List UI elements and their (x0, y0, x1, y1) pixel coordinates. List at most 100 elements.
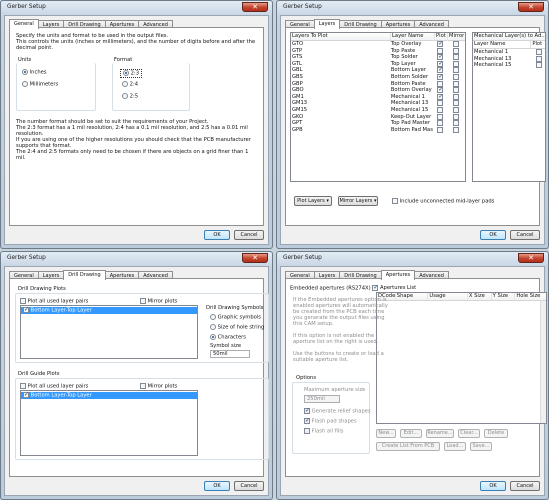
clear-button[interactable]: Clear... (458, 429, 480, 438)
save-button[interactable]: Save... (470, 442, 492, 451)
units-inches-radio[interactable]: Inches (22, 69, 47, 76)
list-item[interactable]: Bottom Layer-Top Layer (21, 307, 197, 314)
mirror-checkbox[interactable] (453, 80, 460, 87)
guide-layer-pairs-list[interactable]: Bottom Layer-Top Layer (20, 390, 198, 456)
mirror-checkbox[interactable] (453, 120, 460, 127)
plot-checkbox[interactable] (437, 93, 443, 100)
cancel-button[interactable]: Cancel (234, 230, 264, 240)
mirror-checkbox[interactable] (453, 100, 460, 107)
cancel-button[interactable]: Cancel (510, 230, 540, 240)
tab-apertures[interactable]: Apertures (380, 270, 416, 280)
drill-layer-pairs-list[interactable]: Bottom Layer-Top Layer (20, 305, 198, 359)
plot-checkbox[interactable] (437, 120, 444, 127)
apertures-list[interactable]: DCode Shape Usage X Size Y Size Hole Siz… (376, 292, 547, 424)
generate-relief-shapes-checkbox[interactable]: Generate relief shapes (304, 408, 371, 415)
plot-layers-dropdown[interactable]: Plot Layers ▾ (294, 196, 332, 206)
mirror-plots-checkbox[interactable]: Mirror plots (140, 298, 177, 305)
cancel-button[interactable]: Cancel (234, 481, 264, 491)
ok-button[interactable]: OK (204, 481, 230, 491)
list-item[interactable]: Bottom Layer-Top Layer (21, 392, 197, 399)
mirror-checkbox[interactable] (453, 54, 460, 61)
tab-drill-drawing[interactable]: Drill Drawing (63, 270, 106, 280)
layer-row[interactable]: GTP Top Paste (291, 47, 465, 55)
guide-plot-all-layer-pairs-checkbox[interactable]: Plot all used layer pairs (20, 383, 88, 390)
layer-row[interactable]: GBP Bottom Paste (291, 80, 465, 88)
mechanical-plot-checkbox[interactable] (535, 49, 542, 55)
format-2-3-radio[interactable]: 2:3 (120, 69, 143, 78)
layer-row[interactable]: GBL Bottom Layer (291, 67, 465, 74)
mirror-layers-dropdown[interactable]: Mirror Layers ▾ (338, 196, 378, 206)
plot-checkbox[interactable] (437, 67, 443, 74)
rename-button[interactable]: Rename... (426, 429, 454, 438)
include-unconnected-checkbox[interactable]: Include unconnected mid-layer pads (392, 198, 494, 205)
plot-checkbox[interactable] (437, 87, 443, 94)
format-2-4-radio[interactable]: 2:4 (122, 81, 138, 88)
max-aperture-size-input[interactable]: 250mil (304, 395, 340, 403)
plot-all-layer-pairs-checkbox[interactable]: Plot all used layer pairs (20, 298, 88, 305)
mirror-checkbox[interactable] (453, 47, 460, 54)
layer-row[interactable]: GM13 Mechanical 13 (291, 100, 465, 107)
plot-checkbox[interactable] (437, 100, 444, 107)
edit-button[interactable]: Edit... (400, 429, 422, 438)
plot-checkbox[interactable] (437, 54, 443, 61)
size-of-hole-string-radio[interactable]: Size of hole string (210, 324, 264, 331)
mirror-checkbox[interactable] (453, 60, 460, 67)
mirror-checkbox[interactable] (453, 73, 460, 80)
mechanical-layer-row[interactable]: Mechanical 15 (473, 62, 545, 69)
plot-checkbox[interactable] (437, 73, 443, 80)
mirror-checkbox[interactable] (453, 126, 460, 133)
plot-checkbox[interactable] (437, 113, 444, 120)
load-button[interactable]: Load... (444, 442, 466, 451)
ok-button[interactable]: OK (480, 481, 506, 491)
mechanical-plot-checkbox[interactable] (535, 55, 542, 62)
plot-checkbox[interactable] (437, 41, 443, 47)
ok-button[interactable]: OK (204, 230, 230, 240)
delete-button[interactable]: Delete (484, 429, 508, 438)
mechanical-plot-checkbox[interactable] (535, 62, 542, 69)
flash-pad-shapes-checkbox[interactable]: Flash pad shapes (304, 418, 357, 425)
pair-checkbox[interactable]: Bottom Layer-Top Layer (21, 307, 92, 314)
close-button[interactable]: ✕ (518, 2, 544, 12)
plot-checkbox[interactable] (437, 47, 444, 54)
layers-to-plot-list[interactable]: Layers To Plot Layer Name Plot Mirror GT… (290, 32, 466, 182)
tab-general[interactable]: General (9, 19, 39, 29)
plot-checkbox[interactable] (437, 60, 443, 67)
mirror-checkbox[interactable] (453, 87, 460, 94)
format-2-5-radio[interactable]: 2:5 (122, 93, 138, 100)
mechanical-layer-row[interactable]: Mechanical 1 (473, 49, 545, 56)
flash-all-fills-checkbox[interactable]: Flash all fills (304, 428, 343, 435)
layer-row[interactable]: GKO Keep-Out Layer (291, 113, 465, 121)
mirror-checkbox[interactable] (453, 113, 460, 120)
plot-checkbox[interactable] (437, 126, 444, 133)
tab-layers[interactable]: Layers (313, 19, 341, 29)
layer-row[interactable]: GTO Top Overlay (291, 41, 465, 48)
layer-row[interactable]: GM1 Mechanical 1 (291, 93, 465, 101)
layer-row[interactable]: GBS Bottom Solder (291, 73, 465, 81)
close-button[interactable]: ✕ (518, 253, 544, 263)
mirror-checkbox[interactable] (453, 41, 460, 47)
vertical-scrollbar[interactable] (540, 301, 546, 423)
close-button[interactable]: ✕ (242, 253, 268, 263)
plot-checkbox[interactable] (437, 106, 444, 113)
close-button[interactable]: ✕ (242, 2, 268, 12)
mechanical-layer-row[interactable]: Mechanical 13 (473, 55, 545, 63)
layer-row[interactable]: GBO Bottom Overlay (291, 87, 465, 94)
layer-row[interactable]: GM15 Mechanical 15 (291, 106, 465, 114)
guide-mirror-plots-checkbox[interactable]: Mirror plots (140, 383, 177, 390)
mirror-checkbox[interactable] (453, 106, 460, 113)
pair-checkbox[interactable]: Bottom Layer-Top Layer (21, 392, 92, 399)
new-button[interactable]: New... (376, 429, 396, 438)
units-millimeters-radio[interactable]: Millimeters (22, 81, 58, 88)
layer-row[interactable]: GPB Bottom Pad Master (291, 126, 465, 134)
characters-radio[interactable]: Characters (210, 334, 246, 341)
plot-checkbox[interactable] (437, 80, 444, 87)
cancel-button[interactable]: Cancel (510, 481, 540, 491)
mirror-checkbox[interactable] (453, 67, 460, 74)
layer-row[interactable]: GTS Top Solder (291, 54, 465, 61)
mirror-checkbox[interactable] (453, 93, 460, 100)
graphic-symbols-radio[interactable]: Graphic symbols (210, 314, 261, 321)
mechanical-layers-list[interactable]: Mechanical Layer(s) to Ad... Layer Name … (472, 32, 546, 182)
embedded-apertures-checkbox[interactable]: Embedded apertures (RS274X) (290, 285, 378, 292)
layer-row[interactable]: GPT Top Pad Master (291, 120, 465, 127)
layer-row[interactable]: GTL Top Layer (291, 60, 465, 68)
